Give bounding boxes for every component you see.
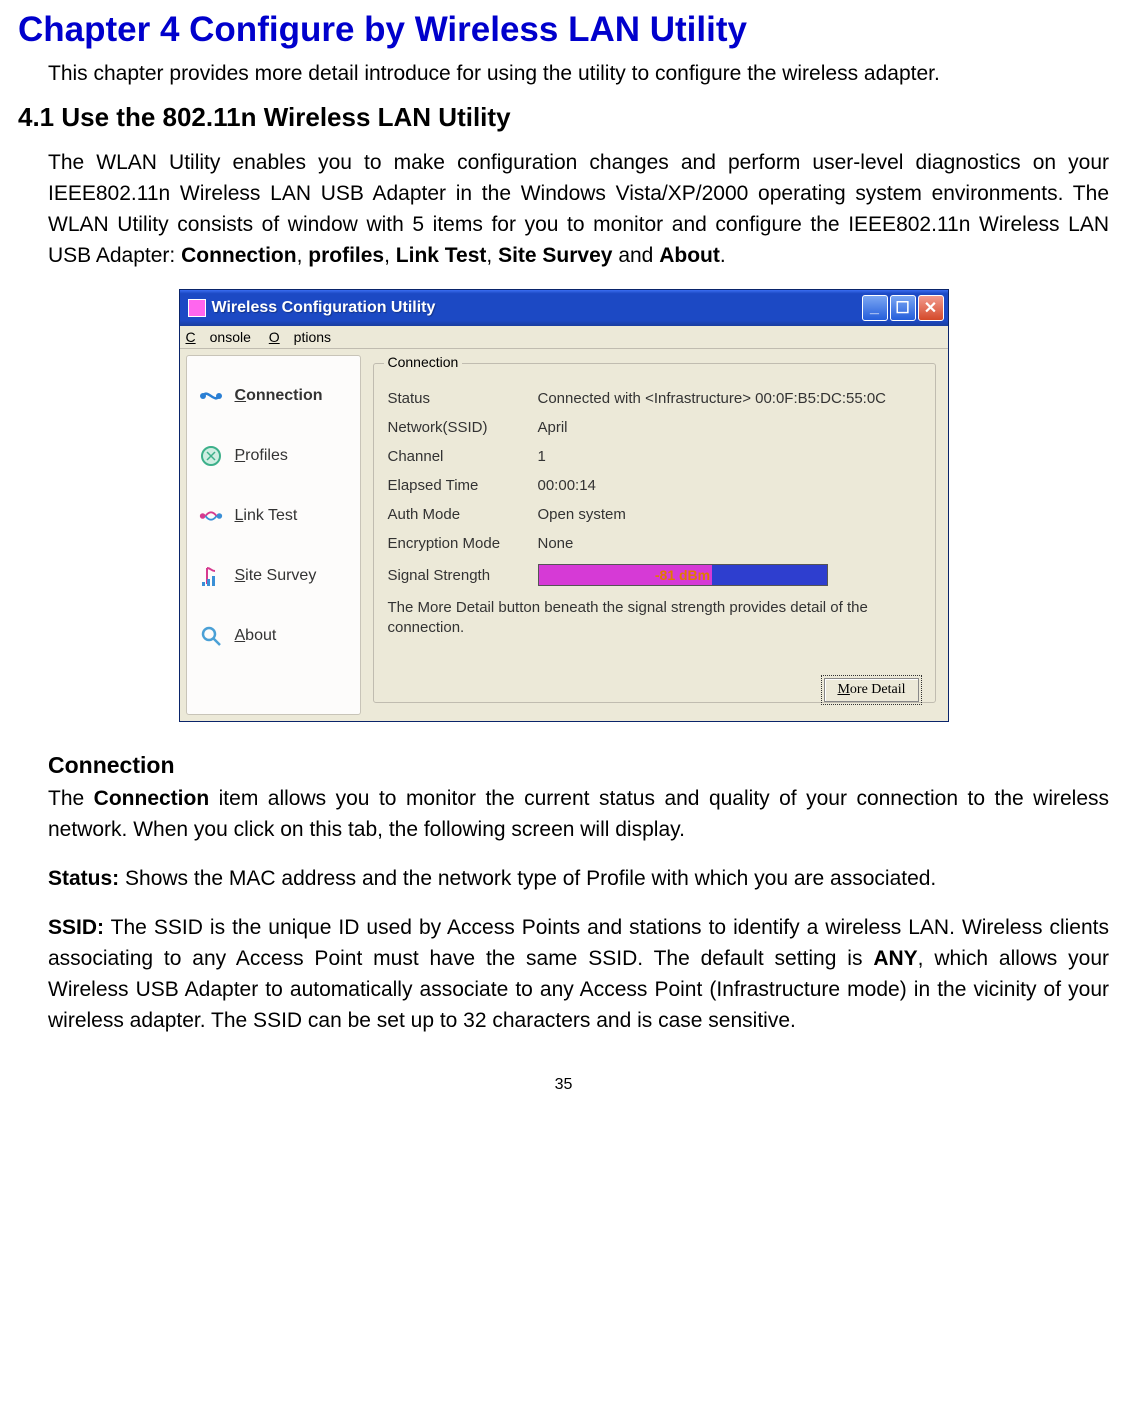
status-value: Connected with <Infrastructure> 00:0F:B5… xyxy=(538,390,921,407)
u: A xyxy=(235,627,246,644)
sidebar-item-link-test[interactable]: Link Test xyxy=(193,486,354,546)
sep: , xyxy=(384,244,396,267)
signal-strength-bar: -81 dBm xyxy=(538,564,828,586)
elapsed-label: Elapsed Time xyxy=(388,477,538,494)
bold-sitesurvey: Site Survey xyxy=(498,244,612,267)
and: and xyxy=(612,244,659,267)
signal-value: -81 dBm xyxy=(655,567,710,583)
sidebar-item-connection[interactable]: Connection xyxy=(193,366,354,426)
titlebar[interactable]: Wireless Configuration Utility _ ☐ ✕ xyxy=(180,290,948,326)
text: The xyxy=(48,787,94,810)
rest: rofiles xyxy=(245,447,288,464)
menubar: Console Options xyxy=(180,326,948,349)
close-button[interactable]: ✕ xyxy=(918,295,944,321)
bold-any: ANY xyxy=(873,947,917,970)
sidebar-item-label: Site Survey xyxy=(235,567,317,585)
auth-value: Open system xyxy=(538,506,921,523)
help-text: The More Detail button beneath the signa… xyxy=(388,598,921,638)
subheading-connection: Connection xyxy=(48,752,1109,779)
u: C xyxy=(235,387,247,404)
sidebar-item-label: Link Test xyxy=(235,507,298,525)
period: . xyxy=(720,244,726,267)
bold-connection-2: Connection xyxy=(94,787,210,810)
bold-profiles: profiles xyxy=(308,244,384,267)
auth-label: Auth Mode xyxy=(388,506,538,523)
status-label: Status xyxy=(388,390,538,407)
field-row-ssid: Network(SSID) April xyxy=(388,419,921,436)
field-row-elapsed: Elapsed Time 00:00:14 xyxy=(388,477,921,494)
channel-label: Channel xyxy=(388,448,538,465)
ssid-label: Network(SSID) xyxy=(388,419,538,436)
field-row-signal: Signal Strength -81 dBm xyxy=(388,564,921,586)
encryption-label: Encryption Mode xyxy=(388,535,538,552)
elapsed-value: 00:00:14 xyxy=(538,477,921,494)
window-title: Wireless Configuration Utility xyxy=(212,299,862,317)
signal-label: Signal Strength xyxy=(388,567,538,584)
section-paragraph: The WLAN Utility enables you to make con… xyxy=(48,147,1109,271)
bold-about: About xyxy=(659,244,720,267)
sidebar-item-label: Profiles xyxy=(235,447,288,465)
u: S xyxy=(235,567,246,584)
field-row-auth: Auth Mode Open system xyxy=(388,506,921,523)
bold-connection: Connection xyxy=(181,244,297,267)
sidebar-item-label: About xyxy=(235,627,277,645)
sidebar: Connection Profiles Link Test xyxy=(186,355,361,715)
minimize-button[interactable]: _ xyxy=(862,295,888,321)
text: Shows the MAC address and the network ty… xyxy=(119,867,936,890)
encryption-value: None xyxy=(538,535,921,552)
chapter-intro: This chapter provides more detail introd… xyxy=(48,62,1109,86)
connection-groupbox: Connection Status Connected with <Infras… xyxy=(373,363,936,703)
maximize-button[interactable]: ☐ xyxy=(890,295,916,321)
sidebar-item-about[interactable]: About xyxy=(193,606,354,666)
site-survey-icon xyxy=(197,564,225,588)
groupbox-title: Connection xyxy=(384,354,463,370)
sep: , xyxy=(486,244,498,267)
section-title: 4.1 Use the 802.11n Wireless LAN Utility xyxy=(18,102,1109,133)
profiles-icon xyxy=(197,444,225,468)
sidebar-item-site-survey[interactable]: Site Survey xyxy=(193,546,354,606)
sidebar-item-profiles[interactable]: Profiles xyxy=(193,426,354,486)
menu-console-u: C xyxy=(186,329,196,345)
field-row-channel: Channel 1 xyxy=(388,448,921,465)
app-window: Wireless Configuration Utility _ ☐ ✕ Con… xyxy=(179,289,949,722)
rest: ite Survey xyxy=(245,567,316,584)
link-test-icon xyxy=(197,504,225,528)
utility-screenshot: Wireless Configuration Utility _ ☐ ✕ Con… xyxy=(179,289,949,722)
rest: bout xyxy=(245,627,276,644)
chapter-title: Chapter 4 Configure by Wireless LAN Util… xyxy=(18,10,1109,50)
status-description: Status: Shows the MAC address and the ne… xyxy=(48,863,1109,894)
channel-value: 1 xyxy=(538,448,921,465)
focus-ring: More Detail xyxy=(821,675,921,705)
more-detail-button[interactable]: More Detail xyxy=(824,678,918,702)
connection-description: The Connection item allows you to monito… xyxy=(48,783,1109,845)
about-icon xyxy=(197,624,225,648)
rest: ore Detail xyxy=(850,682,906,697)
bold-ssid: SSID: xyxy=(48,916,104,939)
page-number: 35 xyxy=(18,1076,1109,1094)
main-panel: Connection Status Connected with <Infras… xyxy=(367,355,942,715)
bold-linktest: Link Test xyxy=(396,244,487,267)
bold-status: Status: xyxy=(48,867,119,890)
menu-options[interactable]: Options xyxy=(269,329,331,345)
connection-icon xyxy=(197,384,225,408)
window-buttons: _ ☐ ✕ xyxy=(862,295,944,321)
ssid-value: April xyxy=(538,419,921,436)
menu-console[interactable]: Console xyxy=(186,329,251,345)
rest: ink Test xyxy=(243,507,297,524)
u: P xyxy=(235,447,246,464)
u: M xyxy=(837,682,849,697)
field-row-status: Status Connected with <Infrastructure> 0… xyxy=(388,390,921,407)
sidebar-item-label: Connection xyxy=(235,387,323,405)
client-area: Connection Profiles Link Test xyxy=(180,349,948,721)
app-icon xyxy=(188,299,206,317)
ssid-description: SSID: The SSID is the unique ID used by … xyxy=(48,912,1109,1036)
rest: onnection xyxy=(246,387,322,404)
field-row-encryption: Encryption Mode None xyxy=(388,535,921,552)
menu-options-u: O xyxy=(269,329,280,345)
sep: , xyxy=(297,244,309,267)
